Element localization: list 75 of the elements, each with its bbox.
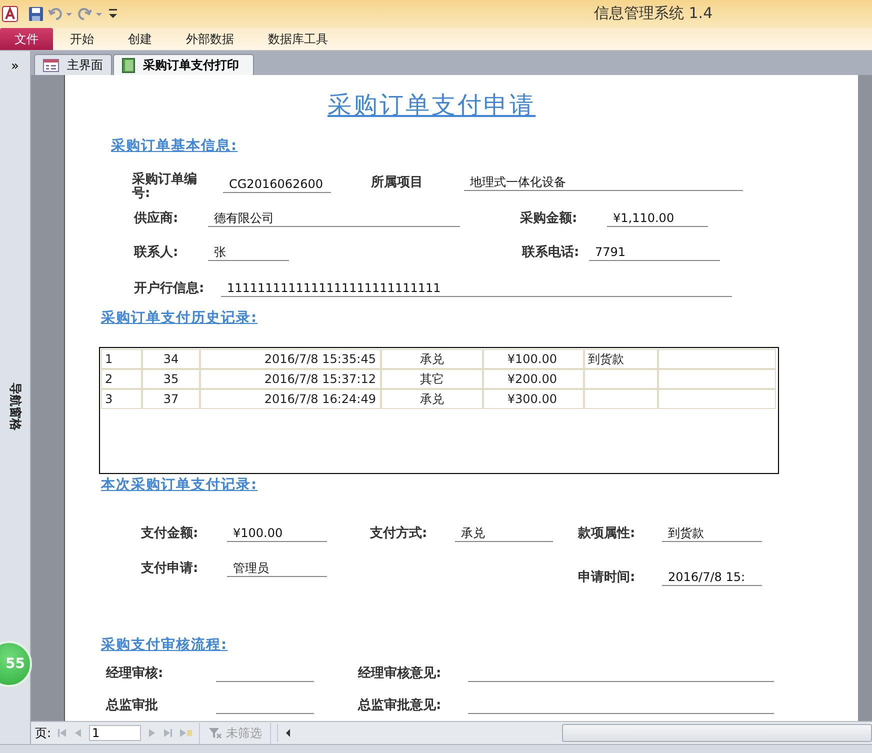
ribbon-tab[interactable]: 创建 (111, 28, 169, 50)
previous-record-icon[interactable] (73, 728, 84, 738)
table-cell: 2016/7/8 16:24:49 (200, 389, 381, 409)
field-label: 所属项目 (371, 174, 424, 191)
page-number-field[interactable]: 1 (89, 725, 142, 741)
field-label: 申请时间: (578, 569, 636, 586)
ribbon-tab[interactable]: 数据库工具 (251, 28, 345, 50)
table-cell: 1 (101, 349, 142, 369)
section-heading: 采购支付审核流程: (101, 636, 228, 654)
table-cell: 37 (142, 389, 200, 409)
table-cell: 3 (101, 389, 142, 409)
first-record-icon[interactable] (57, 728, 68, 738)
ribbon-tab[interactable]: 外部数据 (169, 28, 251, 50)
section-heading: 本次采购订单支付记录: (101, 476, 258, 494)
field-value: 7791 (589, 243, 720, 261)
table-cell: ¥200.00 (483, 369, 584, 389)
field-label: 供应商: (134, 210, 180, 227)
table-cell: 其它 (381, 369, 483, 389)
field-value: 管理员 (227, 559, 327, 577)
field-value: 德有限公司 (208, 209, 460, 227)
field-label: 采购金额: (520, 210, 578, 227)
table-cell: 2016/7/8 15:37:12 (200, 369, 381, 389)
field-value: 1111111111111111111111111111 (221, 279, 732, 297)
table-cell: 2016/7/8 15:35:45 (200, 349, 381, 369)
report-title: 采购订单支付申请 (328, 90, 536, 121)
field-label: 联系电话: (522, 244, 580, 261)
new-record-icon[interactable] (179, 728, 194, 738)
table-cell: 到货款 (584, 349, 658, 369)
report-icon (122, 58, 135, 72)
field-label: 支付方式: (370, 524, 428, 542)
field-value: 2016/7/8 15: (662, 568, 762, 586)
field-label: 开户行信息: (134, 280, 206, 297)
field-value: 到货款 (662, 524, 762, 542)
field-label: 支付金额: (141, 524, 200, 542)
field-label: 采购订单编号: (132, 173, 198, 201)
table-cell: ¥100.00 (483, 349, 584, 369)
field-label: 款项属性: (578, 525, 636, 542)
section-heading: 采购订单基本信息: (111, 137, 238, 155)
next-record-icon[interactable] (147, 728, 158, 738)
field-label: 总监审批意见: (358, 696, 442, 714)
field-value: 承兑 (455, 524, 553, 542)
navigation-pane-title[interactable]: 导航窗格 (6, 382, 24, 430)
table-cell: 34 (142, 349, 200, 369)
ribbon-tab[interactable]: 开始 (53, 28, 111, 50)
scrollbar-thumb[interactable] (562, 724, 872, 742)
scroll-left-icon[interactable] (284, 728, 292, 738)
field-label: 经理审核意见: (358, 664, 442, 682)
field-label: 支付申请: (141, 560, 200, 577)
expand-button[interactable]: » (7, 57, 23, 76)
horizontal-scrollbar[interactable] (277, 724, 872, 742)
page-label: 页: (35, 724, 52, 742)
field-label: 总监审批 (106, 696, 159, 714)
field-value: 张 (208, 243, 289, 261)
table-cell: 35 (142, 369, 200, 389)
field-label: 经理审核: (106, 664, 164, 682)
table-cell: 承兑 (381, 389, 483, 409)
window-title: 信息管理系统 1.4 (594, 4, 713, 23)
field-value: ¥100.00 (227, 524, 327, 542)
field-value: 地理式一体化设备 (464, 173, 743, 191)
table-cell: ¥300.00 (483, 389, 584, 409)
field-value: ¥1,110.00 (607, 209, 708, 227)
customize-toolbar-icon[interactable] (108, 7, 118, 21)
field-label: 联系人: (134, 244, 180, 261)
save-icon[interactable] (28, 6, 44, 22)
document-tab[interactable]: 采购订单支付打印 (113, 54, 254, 75)
filter-icon (208, 727, 222, 739)
table-cell: 承兑 (381, 349, 483, 369)
document-tab[interactable]: 主界面 (34, 54, 112, 75)
form-icon (43, 58, 59, 72)
section-heading: 采购订单支付历史记录: (101, 309, 258, 327)
last-record-icon[interactable] (163, 728, 174, 738)
field-value: CG2016062600 (223, 175, 331, 193)
file-menu-button[interactable]: 文件 (0, 28, 53, 50)
app-logo-icon (2, 6, 18, 22)
table-cell: 2 (101, 369, 142, 389)
